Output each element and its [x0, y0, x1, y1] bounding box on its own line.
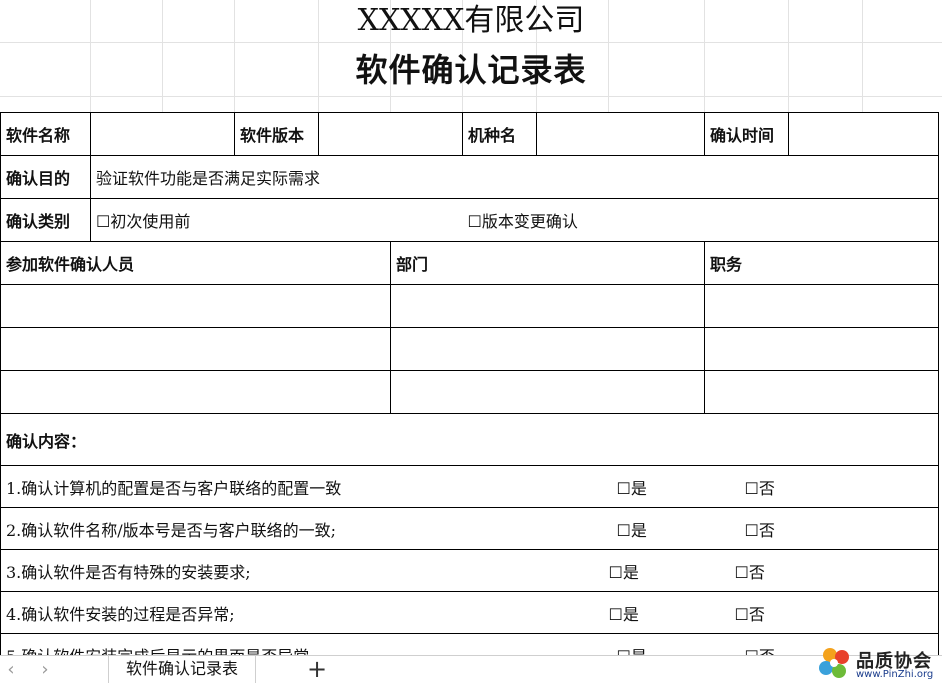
question-text[interactable]: 4.确认软件安装的过程是否异常; [0, 591, 609, 634]
participant-row [0, 284, 939, 328]
question-row: 3.确认软件是否有特殊的安装要求; ☐是 ☐否 [0, 549, 939, 592]
pinwheel-logo-icon [819, 648, 849, 678]
participant-position-header[interactable]: 职务 [704, 241, 939, 285]
sheet-tab-bar: ‹ › 软件确认记录表 + [0, 655, 942, 683]
question-row: 1.确认计算机的配置是否与客户联络的配置一致 ☐是 ☐否 [0, 465, 939, 508]
next-sheet-button[interactable]: › [34, 659, 56, 680]
sheet-tab-active[interactable]: 软件确认记录表 [108, 656, 256, 683]
category-label[interactable]: 确认类别 [0, 198, 91, 242]
question-text[interactable]: 2.确认软件名称/版本号是否与客户联络的一致; [0, 507, 609, 550]
company-name[interactable]: XXXXX有限公司 [0, 0, 942, 42]
category-row: 确认类别 ☐初次使用前 ☐版本变更确认 [0, 198, 939, 242]
participants-header-row: 参加软件确认人员 部门 职务 [0, 241, 939, 285]
software-name-label[interactable]: 软件名称 [0, 112, 91, 156]
no-checkbox[interactable]: ☐否 [704, 465, 939, 508]
yes-checkbox[interactable]: ☐是 [608, 465, 705, 508]
participant-row [0, 370, 939, 414]
participant-person-cell[interactable] [0, 327, 391, 371]
question-text[interactable]: 3.确认软件是否有特殊的安装要求; [0, 549, 609, 592]
software-version-cell[interactable] [318, 112, 463, 156]
yes-checkbox[interactable]: ☐是 [608, 633, 705, 655]
participant-position-cell[interactable] [704, 370, 939, 414]
participant-position-cell[interactable] [704, 284, 939, 328]
participant-person-header[interactable]: 参加软件确认人员 [0, 241, 391, 285]
watermark-url: www.PinZhi.org [856, 669, 934, 680]
no-checkbox[interactable]: ☐否 [704, 549, 939, 592]
purpose-row: 确认目的 验证软件功能是否满足实际需求 [0, 155, 939, 199]
confirm-time-label[interactable]: 确认时间 [704, 112, 789, 156]
yes-checkbox[interactable]: ☐是 [608, 507, 705, 550]
participant-row [0, 327, 939, 371]
form-title[interactable]: 软件确认记录表 [0, 44, 942, 96]
participant-department-cell[interactable] [390, 327, 705, 371]
category-first-use-option[interactable]: ☐初次使用前 [90, 198, 463, 242]
participant-person-cell[interactable] [0, 284, 391, 328]
info-row: 软件名称 软件版本 机种名 确认时间 [0, 112, 939, 156]
question-text[interactable]: 1.确认计算机的配置是否与客户联络的配置一致 [0, 465, 609, 508]
yes-checkbox[interactable]: ☐是 [608, 549, 705, 592]
machine-name-cell[interactable] [536, 112, 705, 156]
spreadsheet-sheet[interactable]: XXXXX有限公司 软件确认记录表 软件名称 软件版本 机种名 确认时间 确认目… [0, 0, 942, 655]
no-checkbox[interactable]: ☐否 [704, 591, 939, 634]
question-row: 4.确认软件安装的过程是否异常; ☐是 ☐否 [0, 591, 939, 634]
software-version-label[interactable]: 软件版本 [234, 112, 319, 156]
participant-position-cell[interactable] [704, 327, 939, 371]
no-checkbox[interactable]: ☐否 [704, 507, 939, 550]
machine-name-label[interactable]: 机种名 [462, 112, 537, 156]
watermark-logo: 品质协会 www.PinZhi.org [816, 645, 942, 683]
participant-person-cell[interactable] [0, 370, 391, 414]
participant-department-cell[interactable] [390, 370, 705, 414]
software-name-cell[interactable] [90, 112, 235, 156]
confirm-time-cell[interactable] [788, 112, 939, 156]
yes-checkbox[interactable]: ☐是 [608, 591, 705, 634]
participant-department-header[interactable]: 部门 [390, 241, 705, 285]
purpose-label[interactable]: 确认目的 [0, 155, 91, 199]
add-sheet-button[interactable]: + [304, 656, 330, 682]
question-text[interactable]: 5.确认软件安装完成后显示的界面是否异常 [0, 633, 609, 655]
gridline [0, 96, 942, 97]
confirmation-form-table: 软件名称 软件版本 机种名 确认时间 确认目的 验证软件功能是否满足实际需求 确… [0, 112, 939, 655]
purpose-value[interactable]: 验证软件功能是否满足实际需求 [90, 155, 939, 199]
gridline [0, 42, 942, 43]
question-row: 5.确认软件安装完成后显示的界面是否异常 ☐是 ☐否 [0, 633, 939, 655]
question-row: 2.确认软件名称/版本号是否与客户联络的一致; ☐是 ☐否 [0, 507, 939, 550]
content-label[interactable]: 确认内容： [0, 413, 939, 466]
participant-department-cell[interactable] [390, 284, 705, 328]
prev-sheet-button[interactable]: ‹ [0, 659, 22, 680]
content-header-row: 确认内容： [0, 413, 939, 466]
category-version-change-option[interactable]: ☐版本变更确认 [462, 198, 939, 242]
